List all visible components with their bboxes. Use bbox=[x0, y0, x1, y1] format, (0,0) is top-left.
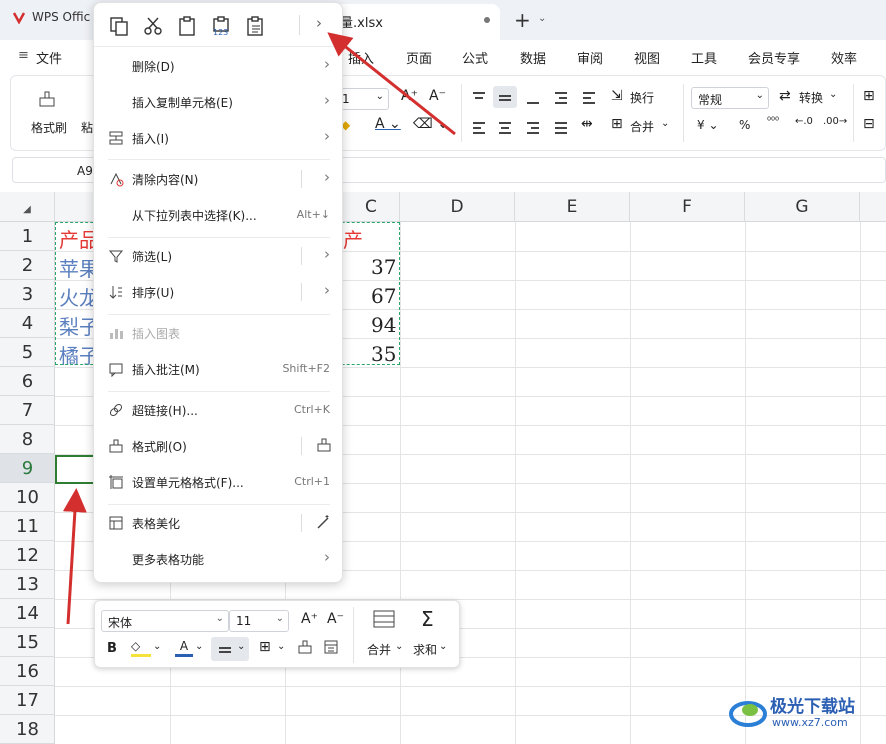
watermark-url: www.xz7.com bbox=[772, 716, 848, 729]
watermark: 极光下载站 www.xz7.com bbox=[728, 690, 878, 734]
annotation-arrows bbox=[62, 32, 456, 625]
arrow-to-more-actions bbox=[327, 32, 456, 136]
arrow-to-active-cell bbox=[62, 488, 87, 625]
watermark-brand: 极光下载站 bbox=[770, 697, 855, 717]
watermark-logo-icon bbox=[729, 701, 767, 727]
